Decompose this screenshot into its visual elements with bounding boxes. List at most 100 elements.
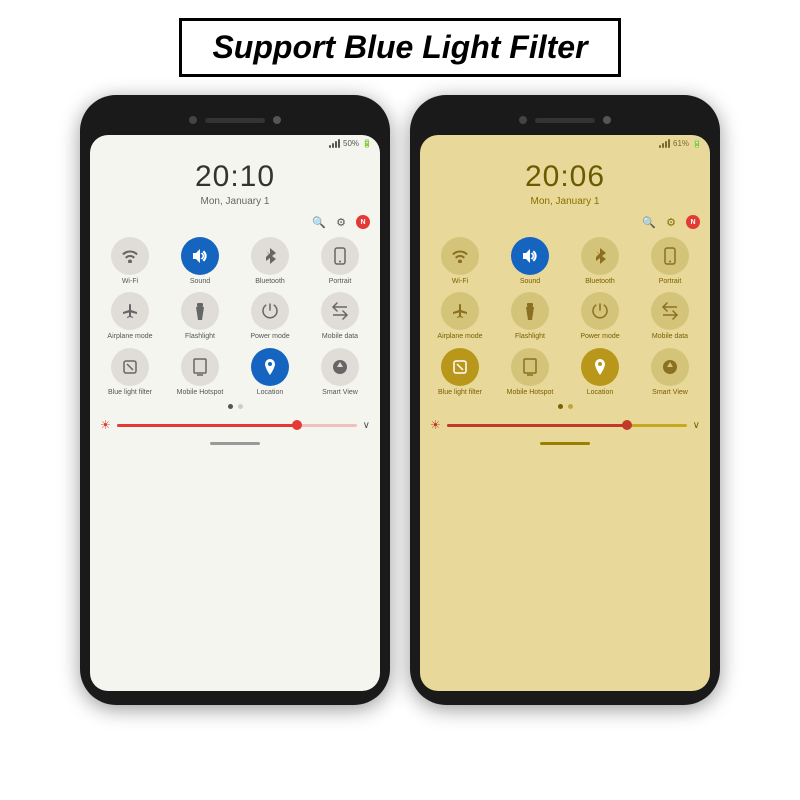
toggle-wifi-left[interactable]: Wi-Fi [98,237,162,286]
toggle-airplane-left[interactable]: Airplane mode [98,292,162,341]
clock-area-left: 20:10 Mon, January 1 [90,150,380,213]
quick-actions-right: 🔍 ⚙ N [420,213,710,233]
wifi-label-right: Wi-Fi [452,278,468,286]
flashlight-label-left: Flashlight [185,333,215,341]
wifi-circle-right [441,237,479,275]
toggle-location-left[interactable]: Location [238,348,302,397]
toggle-sound-right[interactable]: Sound [498,237,562,286]
phone-top-bar-right [420,109,710,131]
toggle-grid-left: Wi-Fi Sound Bluetooth [90,233,380,401]
toggle-airplane-right[interactable]: Airplane mode [428,292,492,341]
clock-date-right: Mon, January 1 [420,196,710,207]
brightness-bar-right: ☀ ∨ [420,412,710,438]
blue-light-circle-left [111,348,149,386]
brightness-track-left[interactable] [117,424,357,427]
dot-inactive-left [238,404,243,409]
wifi-label-left: Wi-Fi [122,278,138,286]
toggle-blue-light-right[interactable]: Blue light filter [428,348,492,397]
bluetooth-circle-left [251,237,289,275]
notification-badge-right[interactable]: N [686,215,700,229]
settings-icon-left[interactable]: ⚙ [336,216,346,229]
brightness-fill-left [117,424,297,427]
phone-speaker-left [205,118,265,123]
mobile-data-circle-right [651,292,689,330]
brightness-track-right[interactable] [447,424,687,427]
clock-time-right: 20:06 [420,160,710,194]
toggle-mobile-data-left[interactable]: Mobile data [308,292,372,341]
hotspot-circle-right [511,348,549,386]
quick-actions-left: 🔍 ⚙ N [90,213,380,233]
location-label-right: Location [587,389,613,397]
battery-right: 61% [673,139,689,148]
bar1r [659,145,661,148]
power-label-right: Power mode [580,333,619,341]
sound-circle-right [511,237,549,275]
toggle-portrait-right[interactable]: Portrait [638,237,702,286]
power-circle-left [251,292,289,330]
brightness-fill-right [447,424,627,427]
sound-label-left: Sound [190,278,210,286]
page-dots-right [420,401,710,412]
brightness-chevron-right[interactable]: ∨ [693,420,700,431]
status-bar-left: 50% 🔋 [90,135,380,150]
home-bar-right [540,442,590,445]
location-circle-right [581,348,619,386]
power-label-left: Power mode [250,333,289,341]
battery-left: 50% [343,139,359,148]
toggle-power-left[interactable]: Power mode [238,292,302,341]
flashlight-circle-left [181,292,219,330]
bar2 [332,143,334,148]
blue-light-circle-right [441,348,479,386]
sound-circle-left [181,237,219,275]
settings-icon-right[interactable]: ⚙ [666,216,676,229]
phone-dot-left [189,116,197,124]
mobile-data-circle-left [321,292,359,330]
search-icon-left[interactable]: 🔍 [312,216,326,229]
phone-right: 61% 🔋 20:06 Mon, January 1 🔍 ⚙ N [410,95,720,705]
toggle-bluetooth-left[interactable]: Bluetooth [238,237,302,286]
smart-view-label-left: Smart View [322,389,358,397]
phone-screen-right: 61% 🔋 20:06 Mon, January 1 🔍 ⚙ N [420,135,710,691]
bar2r [662,143,664,148]
toggle-wifi-right[interactable]: Wi-Fi [428,237,492,286]
toggle-smart-view-left[interactable]: Smart View [308,348,372,397]
flashlight-label-right: Flashlight [515,333,545,341]
portrait-circle-left [321,237,359,275]
search-icon-right[interactable]: 🔍 [642,216,656,229]
notification-badge-left[interactable]: N [356,215,370,229]
toggle-flashlight-right[interactable]: Flashlight [498,292,562,341]
phone-left: 50% 🔋 20:10 Mon, January 1 🔍 ⚙ N [80,95,390,705]
phone-speaker-right [535,118,595,123]
phone-dot-right [519,116,527,124]
toggle-mobile-data-right[interactable]: Mobile data [638,292,702,341]
toggle-portrait-left[interactable]: Portrait [308,237,372,286]
toggle-bluetooth-right[interactable]: Bluetooth [568,237,632,286]
brightness-chevron-left[interactable]: ∨ [363,420,370,431]
brightness-thumb-right [622,420,632,430]
battery-icon-right: 🔋 [692,139,702,148]
toggle-power-right[interactable]: Power mode [568,292,632,341]
portrait-circle-right [651,237,689,275]
hotspot-label-left: Mobile Hotspot [177,389,224,397]
status-bar-right: 61% 🔋 [420,135,710,150]
dot-inactive-right [568,404,573,409]
toggle-location-right[interactable]: Location [568,348,632,397]
bluetooth-circle-right [581,237,619,275]
hotspot-circle-left [181,348,219,386]
phone-screen-left: 50% 🔋 20:10 Mon, January 1 🔍 ⚙ N [90,135,380,691]
airplane-circle-left [111,292,149,330]
page-title: Support Blue Light Filter [212,29,587,66]
mobile-data-label-right: Mobile data [652,333,688,341]
toggle-hotspot-right[interactable]: Mobile Hotspot [498,348,562,397]
clock-area-right: 20:06 Mon, January 1 [420,150,710,213]
brightness-icon-left: ☀ [100,418,111,432]
toggle-blue-light-left[interactable]: Blue light filter [98,348,162,397]
toggle-flashlight-left[interactable]: Flashlight [168,292,232,341]
toggle-hotspot-left[interactable]: Mobile Hotspot [168,348,232,397]
bar4r [668,139,670,148]
bar3 [335,141,337,148]
page-dots-left [90,401,380,412]
toggle-smart-view-right[interactable]: Smart View [638,348,702,397]
blue-light-label-right: Blue light filter [438,389,482,397]
toggle-sound-left[interactable]: Sound [168,237,232,286]
